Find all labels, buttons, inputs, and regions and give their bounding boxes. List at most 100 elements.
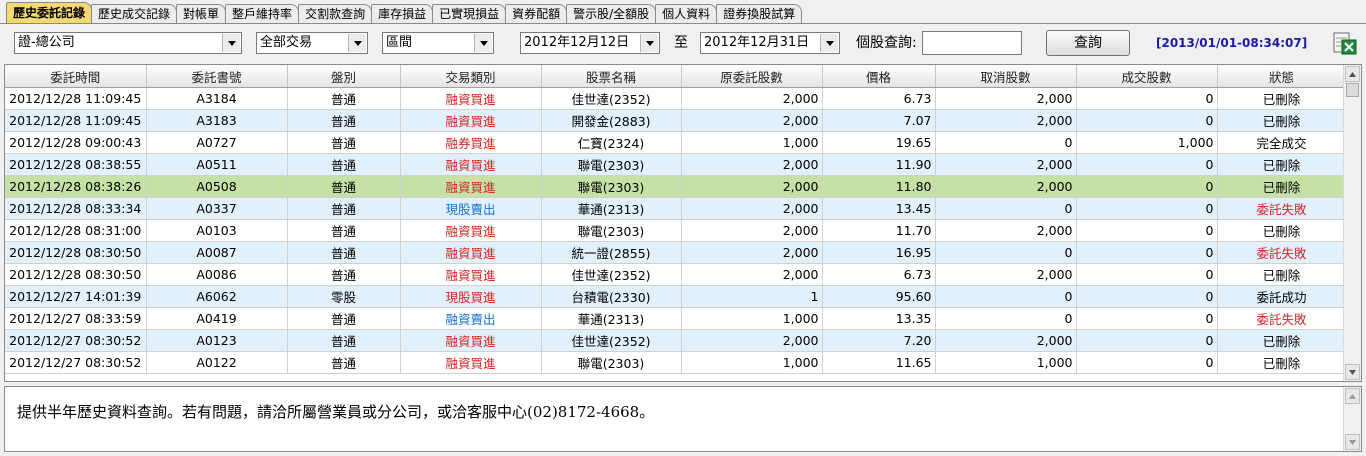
cell-price: 11.65 <box>822 351 936 374</box>
table-row[interactable]: 2012/12/28 08:33:34 A0337 普通 現股賣出 華通(2313) 2,… <box>5 197 1347 220</box>
cell-type: 融券買進 <box>400 131 542 154</box>
table-row[interactable]: 2012/12/28 08:38:55 A0511 普通 融資買進 聯電(2303) 2,… <box>5 153 1347 176</box>
tab-10[interactable]: 證券換股試算 <box>716 4 803 23</box>
excel-export-icon[interactable] <box>1333 30 1357 56</box>
chevron-down-icon[interactable] <box>820 34 838 52</box>
cell-session: 普通 <box>287 263 401 286</box>
cell-session: 普通 <box>287 307 401 330</box>
cell-stock: 佳世達(2352) <box>541 87 682 110</box>
column-header[interactable]: 價格 <box>822 65 936 88</box>
tab-bar: 歷史委託記錄 歷史成交記錄 對帳單 整戶維持率 交割款查詢 庫存損益 已實現損益 資券配額 警示… <box>0 0 1366 24</box>
tab-5[interactable]: 庫存損益 <box>371 4 434 23</box>
column-header[interactable]: 交易類別 <box>400 65 542 88</box>
cell-no: A0087 <box>146 241 288 264</box>
tab-0[interactable]: 歷史委託記錄 <box>6 2 93 23</box>
table-row[interactable]: 2012/12/28 08:31:00 A0103 普通 融資買進 聯電(2303) 2,… <box>5 219 1347 242</box>
scroll-up-icon[interactable] <box>1345 388 1360 404</box>
range-value: 區間 <box>386 35 413 50</box>
tab-6[interactable]: 已實現損益 <box>432 4 507 23</box>
cell-no: A0511 <box>146 153 288 176</box>
table-row[interactable]: 2012/12/28 09:00:43 A0727 普通 融券買進 仁寶(2324) 1,… <box>5 131 1347 154</box>
column-header[interactable]: 原委託股數 <box>681 65 823 88</box>
tab-1[interactable]: 歷史成交記錄 <box>91 4 178 23</box>
chevron-down-icon[interactable] <box>474 34 492 52</box>
table-row[interactable]: 2012/12/28 08:30:50 A0087 普通 融資買進 統一證(2855) 2… <box>5 241 1347 264</box>
cell-filled: 0 <box>1076 197 1218 220</box>
tab-9[interactable]: 個人資料 <box>655 4 718 23</box>
cell-stock: 仁寶(2324) <box>541 131 682 154</box>
cell-cancel: 0 <box>935 285 1077 308</box>
column-header[interactable]: 狀態 <box>1217 65 1347 88</box>
cell-type: 融資買進 <box>400 329 542 352</box>
cell-qty: 2,000 <box>681 87 823 110</box>
chevron-down-icon[interactable] <box>348 34 366 52</box>
cell-stock: 統一證(2855) <box>541 241 682 264</box>
tab-4[interactable]: 交割款查詢 <box>298 4 373 23</box>
info-panel: 提供半年歷史資料查詢。若有問題，請洽所屬營業員或分公司，或洽客服中心(02)81… <box>4 386 1362 452</box>
cell-filled: 0 <box>1076 241 1218 264</box>
cell-time: 2012/12/27 08:30:52 <box>5 329 147 352</box>
range-select[interactable]: 區間 <box>382 32 494 54</box>
info-scrollbar[interactable] <box>1343 387 1361 451</box>
cell-cancel: 2,000 <box>935 263 1077 286</box>
table-row[interactable]: 2012/12/28 11:09:45 A3183 普通 融資買進 開發金(2883) 2… <box>5 109 1347 132</box>
tab-8[interactable]: 警示股/全額股 <box>566 4 657 23</box>
cell-filled: 0 <box>1076 329 1218 352</box>
table-row[interactable]: 2012/12/27 14:01:39 A6062 零股 現股買進 台積電(2330) 1… <box>5 285 1347 308</box>
cell-type: 融資買進 <box>400 263 542 286</box>
column-header[interactable]: 股票名稱 <box>541 65 682 88</box>
cell-cancel: 2,000 <box>935 153 1077 176</box>
cell-qty: 1,000 <box>681 307 823 330</box>
column-header[interactable]: 盤別 <box>287 65 401 88</box>
tab-3[interactable]: 整戶維持率 <box>225 4 300 23</box>
cell-no: A6062 <box>146 285 288 308</box>
scroll-thumb[interactable] <box>1346 83 1359 97</box>
query-button[interactable]: 查詢 <box>1046 30 1130 56</box>
chevron-down-icon[interactable] <box>640 34 658 52</box>
branch-select[interactable]: 證-總公司 <box>14 32 242 54</box>
cell-qty: 2,000 <box>681 153 823 176</box>
tab-7[interactable]: 資券配額 <box>505 4 568 23</box>
stock-query-input[interactable] <box>922 31 1022 55</box>
tab-2[interactable]: 對帳單 <box>176 4 227 23</box>
date-from-picker[interactable]: 2012年12月12日 <box>520 32 660 54</box>
cell-status: 完全成交 <box>1217 131 1347 154</box>
table-row[interactable]: 2012/12/27 08:30:52 A0122 普通 融資買進 聯電(2303) 1,… <box>5 351 1347 374</box>
column-header[interactable]: 取消股數 <box>935 65 1077 88</box>
cell-time: 2012/12/27 08:30:52 <box>5 351 147 374</box>
cell-cancel: 2,000 <box>935 109 1077 132</box>
cell-status: 已刪除 <box>1217 219 1347 242</box>
trade-type-select[interactable]: 全部交易 <box>256 32 368 54</box>
cell-stock: 佳世達(2352) <box>541 329 682 352</box>
chevron-down-icon[interactable] <box>222 34 240 52</box>
cell-stock: 佳世達(2352) <box>541 263 682 286</box>
scroll-up-icon[interactable] <box>1345 66 1360 82</box>
table-row[interactable]: 2012/12/27 08:30:52 A0123 普通 融資買進 佳世達(2352) 2… <box>5 329 1347 352</box>
table-row[interactable]: 2012/12/28 08:38:26 A0508 普通 融資買進 聯電(2303) 2,… <box>5 175 1347 198</box>
date-to-picker[interactable]: 2012年12月31日 <box>700 32 840 54</box>
cell-cancel: 2,000 <box>935 87 1077 110</box>
cell-filled: 1,000 <box>1076 131 1218 154</box>
cell-time: 2012/12/28 09:00:43 <box>5 131 147 154</box>
table-scrollbar[interactable] <box>1343 65 1361 381</box>
cell-session: 普通 <box>287 197 401 220</box>
order-history-table[interactable]: 委託時間 委託書號 盤別 交易類別 股票名稱 原委託股數 價格 取消股數 成交股數 狀態 2012… <box>4 64 1362 382</box>
table-row[interactable]: 2012/12/28 11:09:45 A3184 普通 融資買進 佳世達(2352) 2… <box>5 87 1347 110</box>
cell-time: 2012/12/28 08:33:34 <box>5 197 147 220</box>
column-header[interactable]: 成交股數 <box>1076 65 1218 88</box>
scroll-down-icon[interactable] <box>1345 364 1360 380</box>
cell-no: A0727 <box>146 131 288 154</box>
cell-status: 已刪除 <box>1217 263 1347 286</box>
table-row[interactable]: 2012/12/28 08:30:50 A0086 普通 融資買進 佳世達(2352) 2… <box>5 263 1347 286</box>
column-header[interactable]: 委託書號 <box>146 65 288 88</box>
cell-filled: 0 <box>1076 263 1218 286</box>
cell-filled: 0 <box>1076 351 1218 374</box>
scroll-down-icon[interactable] <box>1345 434 1360 450</box>
cell-status: 已刪除 <box>1217 175 1347 198</box>
cell-time: 2012/12/27 14:01:39 <box>5 285 147 308</box>
table-row[interactable]: 2012/12/27 08:33:59 A0419 普通 融資賣出 華通(2313) 1,… <box>5 307 1347 330</box>
cell-no: A0508 <box>146 175 288 198</box>
cell-type: 融資買進 <box>400 175 542 198</box>
cell-status: 委託失敗 <box>1217 197 1347 220</box>
column-header[interactable]: 委託時間 <box>5 65 147 88</box>
